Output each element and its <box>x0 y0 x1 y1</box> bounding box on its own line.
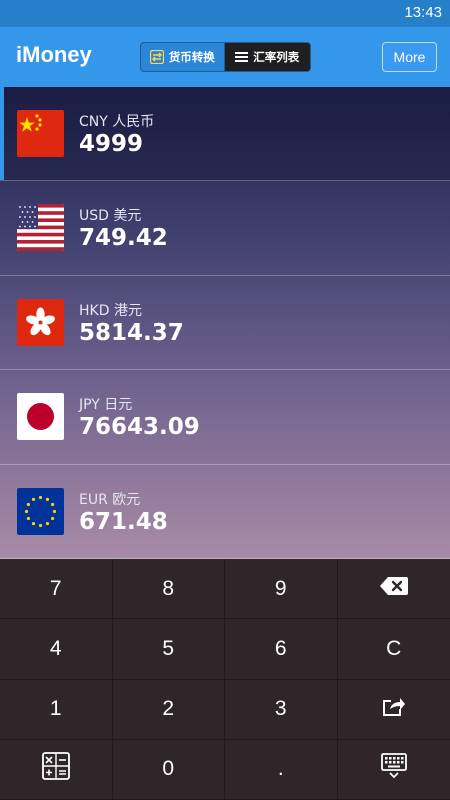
mode-segmented-control: 货币转换 汇率列表 <box>140 42 311 72</box>
app-title: iMoney <box>16 42 92 67</box>
key-decimal[interactable]: . <box>225 739 338 800</box>
key-0[interactable]: 0 <box>112 739 225 800</box>
tab-currency-conversion[interactable]: 货币转换 <box>141 43 225 71</box>
currency-value: 671.48 <box>79 508 168 535</box>
key-2[interactable]: 2 <box>112 679 225 740</box>
share-icon <box>382 695 406 723</box>
eu-flag-icon <box>17 487 64 535</box>
currency-row-hkd[interactable]: HKD 港元 5814.37 <box>0 276 450 371</box>
currency-value: 4999 <box>79 131 144 157</box>
currency-code-label: USD 美元 <box>79 208 142 225</box>
swap-arrows-icon <box>149 50 164 64</box>
key-9[interactable]: 9 <box>225 559 338 620</box>
key-5[interactable]: 5 <box>112 619 225 680</box>
tab-rate-list[interactable]: 汇率列表 <box>224 43 310 71</box>
key-1[interactable]: 1 <box>0 679 113 740</box>
calculator-key[interactable] <box>0 739 113 800</box>
keyboard-hide-icon <box>380 753 407 785</box>
key-8[interactable]: 8 <box>112 559 225 620</box>
list-icon <box>235 51 249 63</box>
currency-value: 76643.09 <box>79 414 200 441</box>
share-key[interactable] <box>337 680 450 740</box>
usa-flag-icon <box>17 204 64 252</box>
hong-kong-flag-icon <box>17 298 64 346</box>
key-3[interactable]: 3 <box>225 679 338 740</box>
backspace-key[interactable] <box>337 559 450 620</box>
currency-code-label: CNY 人民币 <box>79 114 155 130</box>
tab-rate-list-label: 汇率列表 <box>253 50 300 64</box>
key-4[interactable]: 4 <box>0 619 113 680</box>
keypad: 7 8 9 4 5 6 C 1 2 3 0 . <box>0 559 450 800</box>
currency-code-label: HKD 港元 <box>79 302 142 319</box>
japan-flag-icon <box>17 393 64 441</box>
currency-row-jpy[interactable]: JPY 日元 76643.09 <box>0 370 450 465</box>
currency-list: CNY 人民币 4999 USD 美元 749.42 HKD 港元 5814.3… <box>0 87 450 559</box>
currency-code-label: JPY 日元 <box>79 397 133 414</box>
china-flag-icon <box>17 110 64 157</box>
currency-value: 749.42 <box>79 225 168 252</box>
key-7[interactable]: 7 <box>0 559 113 620</box>
status-bar: 13:43 <box>0 0 450 27</box>
app-bar: iMoney 货币转换 汇率列表 More <box>0 27 450 87</box>
more-button[interactable]: More <box>382 42 437 72</box>
currency-row-usd[interactable]: USD 美元 749.42 <box>0 181 450 276</box>
tab-currency-conversion-label: 货币转换 <box>168 50 215 64</box>
status-time: 13:43 <box>404 4 442 21</box>
currency-value: 5814.37 <box>79 319 184 346</box>
currency-row-eur[interactable]: EUR 欧元 671.48 <box>0 465 450 559</box>
hide-keypad-key[interactable] <box>337 740 450 800</box>
calculator-icon <box>41 752 70 786</box>
clear-key[interactable]: C <box>337 619 450 680</box>
key-6[interactable]: 6 <box>225 619 338 680</box>
currency-row-cny[interactable]: CNY 人民币 4999 <box>0 87 450 182</box>
currency-code-label: EUR 欧元 <box>79 491 141 508</box>
backspace-icon <box>379 576 408 601</box>
